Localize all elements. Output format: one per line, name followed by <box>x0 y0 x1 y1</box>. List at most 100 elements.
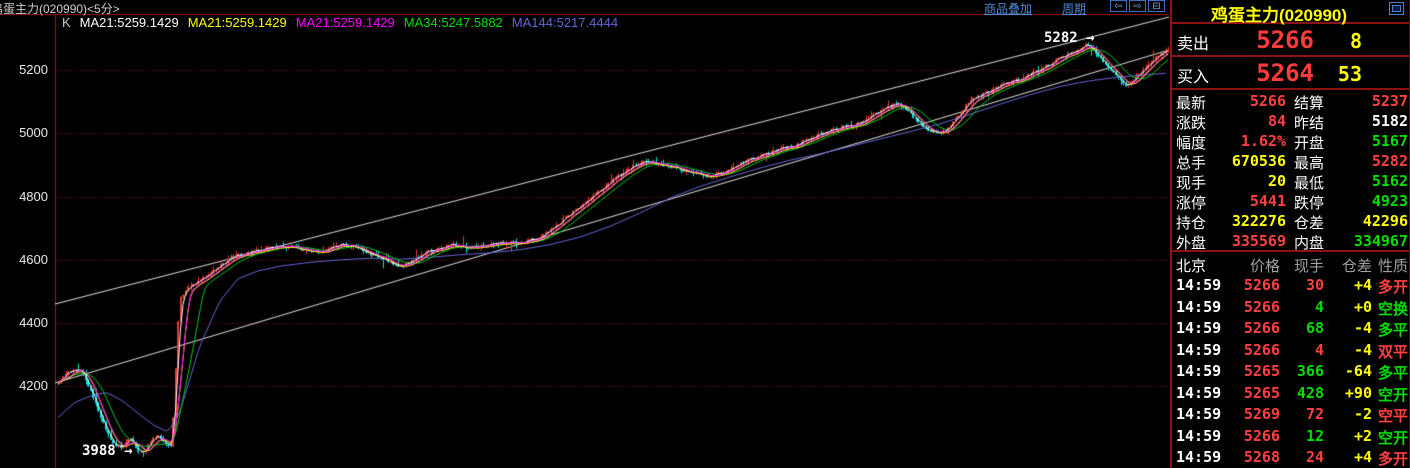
tape-time: 14:59 <box>1176 405 1222 423</box>
tile-windows-icon[interactable]: ⊟ <box>1148 0 1165 12</box>
legend-item: MA21:5259.1429 <box>80 15 179 30</box>
tape-price: 5265 <box>1224 362 1280 380</box>
stat-value: 334967 <box>1330 232 1408 250</box>
tape-time: 14:59 <box>1176 427 1222 445</box>
stat-row: 涨跌84昨结5182 <box>1172 110 1409 130</box>
ask-qty: 8 <box>1302 29 1362 53</box>
tape-time: 14:59 <box>1176 276 1222 294</box>
tape-header-cell: 性质 <box>1378 255 1410 276</box>
stat-row: 总手670536最高5282 <box>1172 150 1409 170</box>
tape-volume: 30 <box>1284 276 1324 294</box>
tape-row: 14:5952664-4 双平 <box>1172 339 1409 361</box>
tape-nature: 双平 <box>1378 341 1410 362</box>
tape-time: 14:59 <box>1176 341 1222 359</box>
left-arrow-icon[interactable]: ⇦ <box>1110 0 1127 12</box>
tape-price: 5266 <box>1224 319 1280 337</box>
price-chart-canvas[interactable] <box>0 0 1170 468</box>
chart-title: 鸡蛋主力(020990)<5分> <box>0 0 120 17</box>
y-axis-tick: 4400 <box>2 315 48 330</box>
tape-row: 14:59526630+4 多开 <box>1172 274 1409 296</box>
tape-volume: 4 <box>1284 341 1324 359</box>
stat-value: 5282 <box>1330 152 1408 170</box>
stat-label: 外盘 <box>1176 232 1206 253</box>
tape-oi-change: +90 <box>1326 384 1372 402</box>
ask-label: 卖出 <box>1177 30 1209 54</box>
y-axis-tick: 4800 <box>2 189 48 204</box>
y-axis-tick: 4200 <box>2 378 48 393</box>
stat-value: 335569 <box>1218 232 1286 250</box>
tape-time: 14:59 <box>1176 384 1222 402</box>
tape-nature: 空换 <box>1378 298 1410 319</box>
stat-label: 内盘 <box>1294 232 1324 253</box>
legend-item: MA144:5217.4444 <box>512 15 618 30</box>
tape-price: 5266 <box>1224 341 1280 359</box>
ma-legend: K MA21:5259.1429 MA21:5259.1429 MA21:5259.1… <box>62 15 627 30</box>
stat-value: 20 <box>1218 172 1286 190</box>
legend-item: MA21:5259.1429 <box>188 15 287 30</box>
y-axis-tick: 4600 <box>2 252 48 267</box>
tape-header-cell: 价格 <box>1224 255 1280 276</box>
bid-label: 买入 <box>1177 63 1209 87</box>
legend-item: K <box>62 15 71 30</box>
tape-volume: 68 <box>1284 319 1324 337</box>
tape-oi-change: +4 <box>1326 276 1372 294</box>
price-annotation: 3988 → <box>82 443 133 459</box>
tape-oi-change: -4 <box>1326 319 1372 337</box>
tape-volume: 4 <box>1284 298 1324 316</box>
tape-nature: 多开 <box>1378 448 1410 468</box>
tape-nature: 空开 <box>1378 427 1410 448</box>
stat-row: 幅度1.62%开盘5167 <box>1172 130 1409 150</box>
stat-value: 5182 <box>1330 112 1408 130</box>
quote-panel-title: 鸡蛋主力(020990) <box>1172 1 1386 26</box>
tape-price: 5268 <box>1224 448 1280 466</box>
tape-price: 5269 <box>1224 405 1280 423</box>
tape-header-cell: 北京 <box>1176 255 1222 276</box>
tape-volume: 72 <box>1284 405 1324 423</box>
stat-value: 5441 <box>1218 192 1286 210</box>
right-arrow-icon[interactable]: ⇨ <box>1129 0 1146 12</box>
tape-header: 北京价格现手仓差性质 <box>1172 252 1409 274</box>
tape-row: 14:59526972-2空平 <box>1172 403 1409 425</box>
legend-item: MA34:5247.5882 <box>404 15 503 30</box>
y-axis-tick: 5000 <box>2 125 48 140</box>
stat-value: 84 <box>1218 112 1286 130</box>
tape-row: 14:5952664+0空换 <box>1172 296 1409 318</box>
stat-value: 5266 <box>1218 92 1286 110</box>
tape-rows[interactable]: 14:59526630+4多开14:5952664+0空换14:59526668… <box>1172 274 1409 468</box>
tape-nature: 空平 <box>1378 405 1410 426</box>
tape-price: 5266 <box>1224 427 1280 445</box>
tape-price: 5266 <box>1224 298 1280 316</box>
tape-nature: 多开 <box>1378 276 1410 297</box>
tape-header-cell: 现手 <box>1284 255 1324 276</box>
stat-value: 4923 <box>1330 192 1408 210</box>
tape-time: 14:59 <box>1176 448 1222 466</box>
stat-row: 最新5266结算5237 <box>1172 90 1409 110</box>
period-button[interactable]: 周期 <box>1062 0 1086 17</box>
stat-value: 5237 <box>1330 92 1408 110</box>
stat-value: 5162 <box>1330 172 1408 190</box>
trading-terminal: 鸡蛋主力(020990)<5分> 商品叠加 周期 ⇦⇨⊟ K MA21:5259.… <box>0 0 1410 468</box>
tape-oi-change: +2 <box>1326 427 1372 445</box>
tape-oi-change: +4 <box>1326 448 1372 466</box>
price-annotation: 5282 → <box>1044 30 1095 46</box>
ask-row[interactable]: 卖出 5266 8 <box>1172 24 1409 55</box>
tape-volume: 366 <box>1284 362 1324 380</box>
tape-row: 14:595265428+90空开 <box>1172 382 1409 404</box>
tape-row: 14:59526612+2 空开 <box>1172 425 1409 447</box>
tape-time: 14:59 <box>1176 319 1222 337</box>
tape-oi-change: -4 <box>1326 341 1372 359</box>
tape-volume: 12 <box>1284 427 1324 445</box>
tape-nature: 多平 <box>1378 362 1410 383</box>
quote-panel: 鸡蛋主力(020990) 卖出 5266 8 买入 5264 53 最新5266… <box>1170 0 1410 468</box>
restore-window-icon[interactable] <box>1389 2 1404 15</box>
legend-item: MA21:5259.1429 <box>296 15 395 30</box>
tape-price: 5266 <box>1224 276 1280 294</box>
stat-value: 42296 <box>1330 212 1408 230</box>
stat-row: 持仓322276仓差42296 <box>1172 210 1409 230</box>
stats-grid: 最新5266结算5237涨跌84昨结5182幅度1.62%开盘5167总手670… <box>1172 90 1409 250</box>
bid-row[interactable]: 买入 5264 53 <box>1172 57 1409 88</box>
chart-nav-icons: ⇦⇨⊟ <box>1110 0 1165 13</box>
overlay-commodity-button[interactable]: 商品叠加 <box>984 0 1032 17</box>
tape-oi-change: -64 <box>1326 362 1372 380</box>
stat-value: 5167 <box>1330 132 1408 150</box>
